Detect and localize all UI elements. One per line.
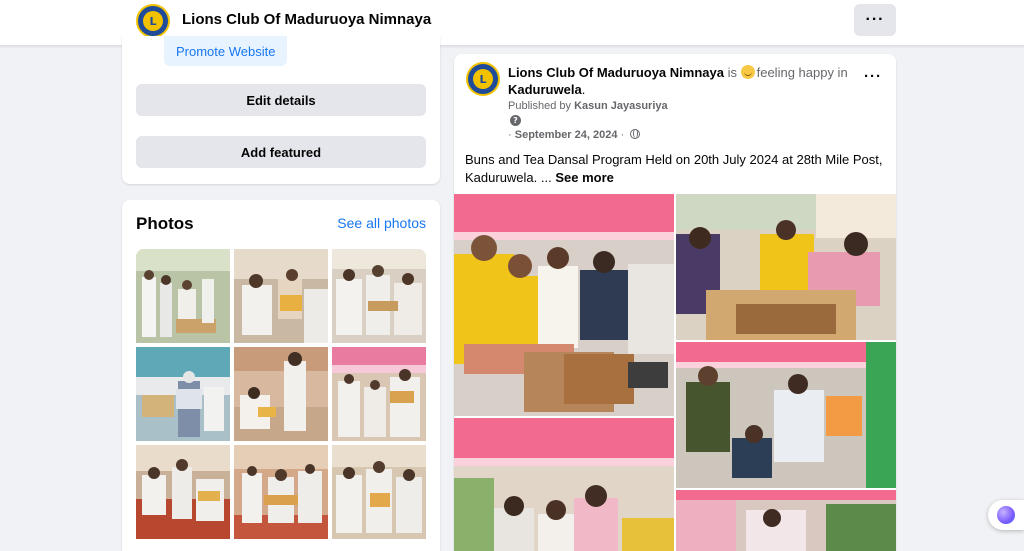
post-photo[interactable] bbox=[454, 418, 674, 551]
happy-emoji-icon bbox=[740, 65, 755, 79]
question-icon[interactable]: ? bbox=[510, 115, 521, 126]
post-card: L Lions Club Of Maduruoya Nimnaya is fee… bbox=[454, 54, 896, 551]
post-header: Lions Club Of Maduruoya Nimnaya is feeli… bbox=[508, 65, 848, 97]
post-is-text: is bbox=[727, 65, 737, 80]
publisher-link[interactable]: Kasun Jayasuriya bbox=[574, 100, 668, 112]
photo-thumbnail[interactable] bbox=[234, 445, 328, 539]
post-feeling-text: feeling happy in bbox=[756, 65, 848, 80]
photo-thumbnail[interactable] bbox=[136, 445, 230, 539]
photo-thumbnail[interactable] bbox=[332, 445, 426, 539]
promote-website-button[interactable]: Promote Website bbox=[164, 36, 288, 66]
photos-grid bbox=[136, 249, 426, 539]
post-date-link[interactable]: September 24, 2024 bbox=[515, 129, 618, 141]
page-title[interactable]: Lions Club Of Maduruoya Nimnaya bbox=[182, 11, 431, 28]
post-photo[interactable] bbox=[676, 194, 896, 340]
post-author-link[interactable]: Lions Club Of Maduruoya Nimnaya bbox=[508, 65, 724, 80]
see-all-photos-link[interactable]: See all photos bbox=[337, 215, 426, 231]
post-photo[interactable] bbox=[676, 490, 896, 551]
photo-thumbnail[interactable] bbox=[234, 249, 328, 343]
photo-thumbnail[interactable] bbox=[136, 249, 230, 343]
post-body-text: Buns and Tea Dansal Program Held on 20th… bbox=[465, 152, 883, 185]
photo-thumbnail[interactable] bbox=[234, 347, 328, 441]
lions-club-logo-icon[interactable]: L bbox=[136, 4, 170, 38]
photos-heading: Photos bbox=[136, 214, 194, 233]
post-timestamp: · September 24, 2024 · bbox=[508, 129, 641, 141]
intro-card: Promote Website Edit details Add feature… bbox=[122, 36, 440, 184]
post-options-button[interactable]: ··· bbox=[864, 68, 882, 85]
published-by-label: Published by bbox=[508, 100, 571, 112]
assistant-orb-icon bbox=[997, 506, 1015, 524]
post-photo[interactable] bbox=[676, 342, 896, 488]
post-photo-collage bbox=[454, 194, 896, 551]
post-photo[interactable] bbox=[454, 194, 674, 416]
photo-thumbnail[interactable] bbox=[332, 347, 426, 441]
more-options-button[interactable]: ··· bbox=[854, 4, 896, 36]
assistant-float-button[interactable] bbox=[988, 500, 1024, 530]
lions-club-avatar-icon[interactable]: L bbox=[466, 62, 500, 96]
photos-card: Photos See all photos bbox=[122, 200, 440, 551]
post-location-link[interactable]: Kaduruwela bbox=[508, 82, 582, 97]
post-body: Buns and Tea Dansal Program Held on 20th… bbox=[465, 151, 889, 187]
photo-thumbnail[interactable] bbox=[136, 347, 230, 441]
globe-icon bbox=[630, 129, 641, 139]
see-more-link[interactable]: See more bbox=[555, 170, 614, 185]
published-by: Published by Kasun Jayasuriya bbox=[508, 100, 668, 112]
add-featured-button[interactable]: Add featured bbox=[136, 136, 426, 168]
edit-details-button[interactable]: Edit details bbox=[136, 84, 426, 116]
photo-thumbnail[interactable] bbox=[332, 249, 426, 343]
